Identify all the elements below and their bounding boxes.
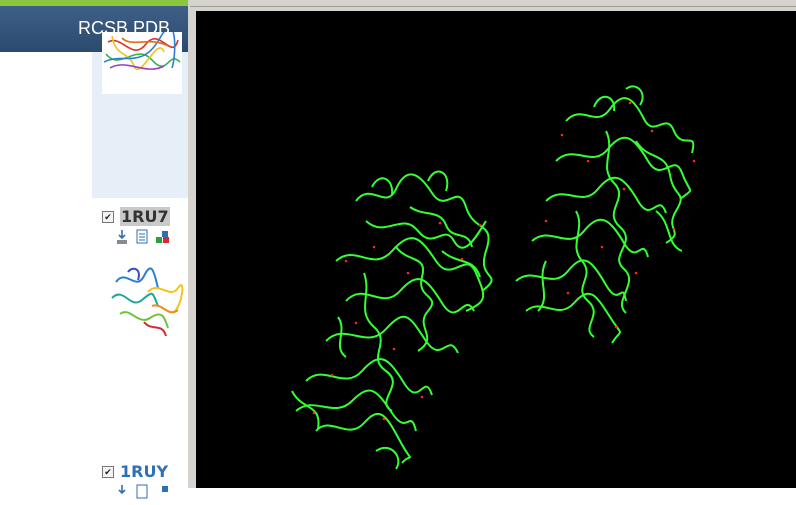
molecule-viewer-canvas[interactable] xyxy=(196,11,796,488)
select-checkbox[interactable]: ✔ xyxy=(102,465,114,478)
entry-actions xyxy=(116,484,176,500)
pdb-id-link[interactable]: 1RU7 xyxy=(120,207,170,226)
entry-actions xyxy=(116,229,176,245)
result-entry-1ru7: ✔ 1RU7 xyxy=(102,207,188,247)
result-entry-1ruy: ✔ 1RUY xyxy=(102,462,188,499)
viewer-titlebar[interactable] xyxy=(190,0,796,7)
structure-thumbnail[interactable] xyxy=(108,262,184,342)
document-icon[interactable] xyxy=(136,229,148,244)
pdb-id-link[interactable]: 1RUY xyxy=(120,462,168,481)
left-panel xyxy=(0,52,92,488)
structure-thumbnail[interactable] xyxy=(102,32,182,94)
select-checkbox[interactable]: ✔ xyxy=(102,210,114,223)
3d-view-icon[interactable] xyxy=(156,231,169,243)
document-icon[interactable] xyxy=(136,484,148,499)
3d-view-icon[interactable] xyxy=(162,486,168,492)
download-icon[interactable] xyxy=(117,230,127,244)
download-icon[interactable] xyxy=(118,485,126,495)
